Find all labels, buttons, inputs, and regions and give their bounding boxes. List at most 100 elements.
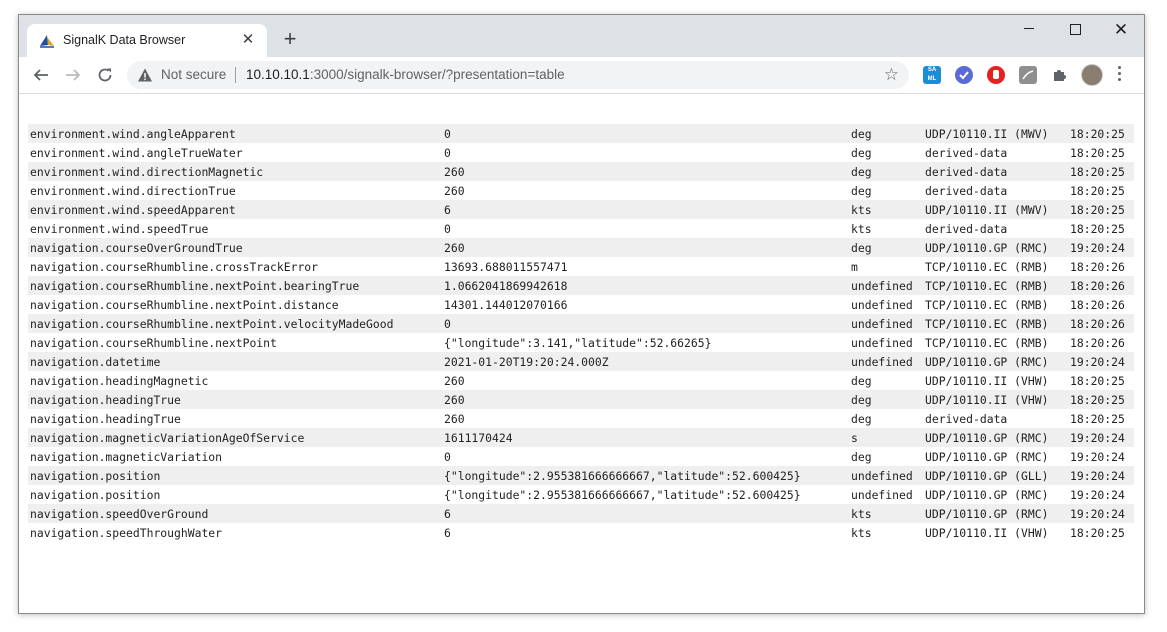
source-cell: UDP/10110.GP (RMC) bbox=[923, 504, 1068, 523]
unit-cell: undefined bbox=[851, 297, 913, 312]
path-cell: environment.wind.angleApparent bbox=[28, 124, 442, 143]
kebab-menu-icon[interactable] bbox=[1117, 66, 1123, 84]
path-cell: navigation.magneticVariation bbox=[30, 449, 223, 464]
source-cell: TCP/10110.EC (RMB) bbox=[923, 276, 1068, 295]
forward-arrow-icon[interactable] bbox=[61, 63, 85, 87]
table-row: environment.wind.directionTrue 260 deg deri… bbox=[28, 181, 1134, 200]
table-row: navigation.speedThroughWater 6 kts UDP/1011… bbox=[28, 523, 1134, 542]
browser-tab[interactable]: SignalK Data Browser ✕ bbox=[27, 24, 267, 57]
unit-cell: s bbox=[849, 428, 923, 447]
url-text[interactable]: 10.10.10.1:3000/signalk-browser/?present… bbox=[246, 67, 565, 82]
table-row: navigation.position {"longitude":2.955381… bbox=[28, 466, 1134, 485]
source-cell: UDP/10110.II (MWV) bbox=[923, 200, 1068, 219]
unit-cell: kts bbox=[851, 525, 872, 540]
unit-cell: deg bbox=[849, 124, 923, 143]
table-row: navigation.courseRhumbline.nextPoint.bea… bbox=[28, 276, 1134, 295]
unit-cell: undefined bbox=[849, 276, 923, 295]
path-cell: environment.wind.angleTrueWater bbox=[30, 145, 243, 160]
table-row: environment.wind.angleTrueWater 0 deg deriv… bbox=[28, 143, 1134, 162]
not-secure-label[interactable]: Not secure bbox=[161, 67, 226, 82]
path-cell: environment.wind.directionTrue bbox=[30, 183, 236, 198]
value-cell: {"longitude":2.955381666666667,"latitude… bbox=[442, 466, 849, 485]
path-cell: navigation.position bbox=[30, 487, 161, 502]
source-cell: UDP/10110.II (MWV) bbox=[923, 124, 1068, 143]
time-cell: 18:20:25 bbox=[1070, 221, 1125, 236]
bookmark-star-icon[interactable]: ☆ bbox=[884, 65, 899, 85]
value-cell: 260 bbox=[442, 162, 849, 181]
source-cell: derived-data bbox=[925, 183, 1008, 198]
unit-cell: undefined bbox=[849, 314, 923, 333]
source-cell: UDP/10110.GP (GLL) bbox=[923, 466, 1068, 485]
title-bar: SignalK Data Browser ✕ + ✕ bbox=[19, 15, 1144, 57]
reload-icon[interactable] bbox=[93, 63, 117, 87]
value-cell: 260 bbox=[444, 411, 465, 426]
tab-close-icon[interactable]: ✕ bbox=[239, 31, 257, 49]
time-cell: 19:20:24 bbox=[1068, 352, 1134, 371]
adblock-hand-icon[interactable] bbox=[987, 66, 1005, 84]
check-extension-icon[interactable] bbox=[955, 66, 973, 84]
value-cell: 260 bbox=[442, 390, 849, 409]
value-cell: 6 bbox=[442, 504, 849, 523]
unit-cell: deg bbox=[851, 183, 872, 198]
minimize-icon[interactable] bbox=[1006, 19, 1052, 41]
time-cell: 18:20:26 bbox=[1068, 276, 1134, 295]
table-row: navigation.courseOverGroundTrue 260 deg UDP… bbox=[28, 238, 1134, 257]
value-cell: {"longitude":3.141,"latitude":52.66265} bbox=[444, 335, 712, 350]
table-row: navigation.courseRhumbline.crossTrackErr… bbox=[28, 257, 1134, 276]
value-cell: 1611170424 bbox=[442, 428, 849, 447]
page-content: environment.wind.angleApparent 0 deg UDP/10… bbox=[19, 94, 1144, 613]
time-cell: 18:20:26 bbox=[1070, 297, 1125, 312]
profile-avatar[interactable] bbox=[1081, 64, 1103, 86]
time-cell: 18:20:25 bbox=[1070, 373, 1125, 388]
value-cell: 0 bbox=[442, 314, 849, 333]
pdf-extension-icon[interactable] bbox=[1019, 66, 1037, 84]
tab-title: SignalK Data Browser bbox=[63, 33, 186, 47]
url-path: :3000/signalk-browser/?presentation=tabl… bbox=[309, 67, 565, 82]
value-cell: 14301.144012070166 bbox=[444, 297, 568, 312]
back-arrow-icon[interactable] bbox=[29, 63, 53, 87]
time-cell: 18:20:25 bbox=[1068, 200, 1134, 219]
unit-cell: m bbox=[851, 259, 858, 274]
unit-cell: deg bbox=[849, 238, 923, 257]
path-cell: navigation.datetime bbox=[28, 352, 442, 371]
time-cell: 18:20:25 bbox=[1070, 411, 1125, 426]
source-cell: TCP/10110.EC (RMB) bbox=[923, 314, 1068, 333]
source-cell: derived-data bbox=[923, 162, 1068, 181]
time-cell: 19:20:24 bbox=[1068, 466, 1134, 485]
table-row: environment.wind.directionMagnetic 260 deg… bbox=[28, 162, 1134, 181]
path-cell: navigation.headingTrue bbox=[30, 411, 181, 426]
value-cell: 260 bbox=[444, 373, 465, 388]
table-row: navigation.speedOverGround 6 kts UDP/10110.… bbox=[28, 504, 1134, 523]
time-cell: 18:20:25 bbox=[1070, 525, 1125, 540]
source-cell: TCP/10110.EC (RMB) bbox=[925, 259, 1049, 274]
unit-cell: kts bbox=[851, 221, 872, 236]
maximize-icon[interactable] bbox=[1052, 19, 1098, 41]
source-cell: UDP/10110.GP (RMC) bbox=[923, 428, 1068, 447]
path-cell: navigation.courseRhumbline.nextPoint bbox=[30, 335, 277, 350]
time-cell: 18:20:25 bbox=[1068, 390, 1134, 409]
time-cell: 18:20:25 bbox=[1070, 145, 1125, 160]
source-cell: UDP/10110.GP (RMC) bbox=[925, 487, 1049, 502]
signalk-favicon-icon bbox=[40, 35, 54, 48]
table-row: environment.wind.speedTrue 0 kts derived-da… bbox=[28, 219, 1134, 238]
table-row: navigation.courseRhumbline.nextPoint {"lo… bbox=[28, 333, 1134, 352]
path-cell: navigation.magneticVariationAgeOfService bbox=[28, 428, 442, 447]
value-cell: 260 bbox=[444, 183, 465, 198]
time-cell: 18:20:26 bbox=[1068, 314, 1134, 333]
table-row: navigation.courseRhumbline.nextPoint.vel… bbox=[28, 314, 1134, 333]
warning-icon[interactable] bbox=[137, 67, 153, 83]
window-close-icon[interactable]: ✕ bbox=[1098, 19, 1144, 41]
address-bar[interactable]: Not secure 10.10.10.1:3000/signalk-brows… bbox=[127, 61, 909, 89]
value-cell: 1.0662041869942618 bbox=[442, 276, 849, 295]
saml-extension-icon[interactable]: SA ML bbox=[923, 66, 941, 84]
new-tab-icon[interactable]: + bbox=[279, 28, 301, 51]
time-cell: 18:20:25 bbox=[1070, 183, 1125, 198]
value-cell: 260 bbox=[442, 238, 849, 257]
omnibox-separator bbox=[235, 67, 236, 83]
browser-window: SignalK Data Browser ✕ + ✕ Not secure 10… bbox=[18, 14, 1145, 614]
time-cell: 19:20:24 bbox=[1070, 449, 1125, 464]
unit-cell: deg bbox=[851, 373, 872, 388]
path-cell: navigation.courseRhumbline.crossTrackErr… bbox=[30, 259, 319, 274]
extensions-puzzle-icon[interactable] bbox=[1051, 66, 1069, 84]
source-cell: derived-data bbox=[925, 411, 1008, 426]
